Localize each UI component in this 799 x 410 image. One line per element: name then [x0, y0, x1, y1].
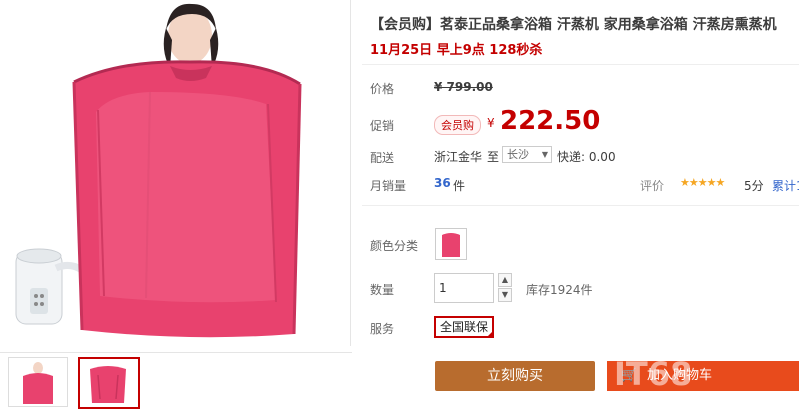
- shipping-origin: 浙江金华: [434, 150, 483, 164]
- chevron-down-icon: ▼: [541, 150, 548, 159]
- quantity-decrease-button[interactable]: ▼: [498, 288, 512, 302]
- rating-score: 5分: [744, 179, 764, 193]
- destination-value: 长沙: [507, 148, 529, 161]
- divider: [362, 205, 799, 206]
- watermark-logo: IT68: [614, 355, 693, 393]
- stock-text: 库存1924件: [526, 283, 593, 297]
- service-tag[interactable]: 全国联保: [434, 316, 495, 338]
- sales-unit: 件: [453, 179, 466, 193]
- rating-stars-icon: ★★★★★: [680, 176, 725, 189]
- service-label: 服务: [370, 322, 395, 336]
- thumbnail-2-selected[interactable]: [78, 357, 140, 409]
- color-swatch[interactable]: [435, 228, 467, 260]
- color-label: 颜色分类: [370, 239, 419, 253]
- member-badge: 会员购: [434, 115, 481, 135]
- shipping-label: 配送: [370, 151, 395, 165]
- promo-label: 促销: [370, 119, 395, 133]
- sales-count: 36: [434, 176, 451, 190]
- quantity-label: 数量: [370, 283, 395, 297]
- shipping-fee: 快递: 0.00: [557, 150, 616, 164]
- price-label: 价格: [370, 82, 395, 96]
- thumbnail-1[interactable]: [8, 357, 68, 407]
- divider: [362, 64, 799, 65]
- rating-label: 评价: [640, 179, 665, 193]
- product-gallery: [0, 0, 352, 409]
- product-subtitle: 11月25日 早上9点 128秒杀: [370, 43, 543, 58]
- quantity-increase-button[interactable]: ▲: [498, 273, 512, 287]
- promo-currency: ¥: [487, 116, 495, 130]
- quantity-input[interactable]: 1: [434, 273, 494, 303]
- thumbnail-strip: [0, 352, 352, 409]
- rating-cumulative-link[interactable]: 累计1: [772, 177, 799, 194]
- buy-now-button[interactable]: 立刻购买: [435, 361, 595, 391]
- sales-label: 月销量: [370, 179, 407, 193]
- original-price: ¥ 799.00: [434, 80, 493, 94]
- product-main-image[interactable]: [0, 0, 351, 346]
- destination-select[interactable]: 长沙 ▼: [502, 146, 552, 163]
- promo-price: 222.50: [500, 106, 601, 136]
- product-title: 【会员购】茗泰正品桑拿浴箱 汗蒸机 家用桑拿浴箱 汗蒸房熏蒸机: [370, 17, 777, 33]
- shipping-to-word: 至: [487, 150, 500, 164]
- product-info-panel: 【会员购】茗泰正品桑拿浴箱 汗蒸机 家用桑拿浴箱 汗蒸房熏蒸机 11月25日 早…: [352, 0, 799, 405]
